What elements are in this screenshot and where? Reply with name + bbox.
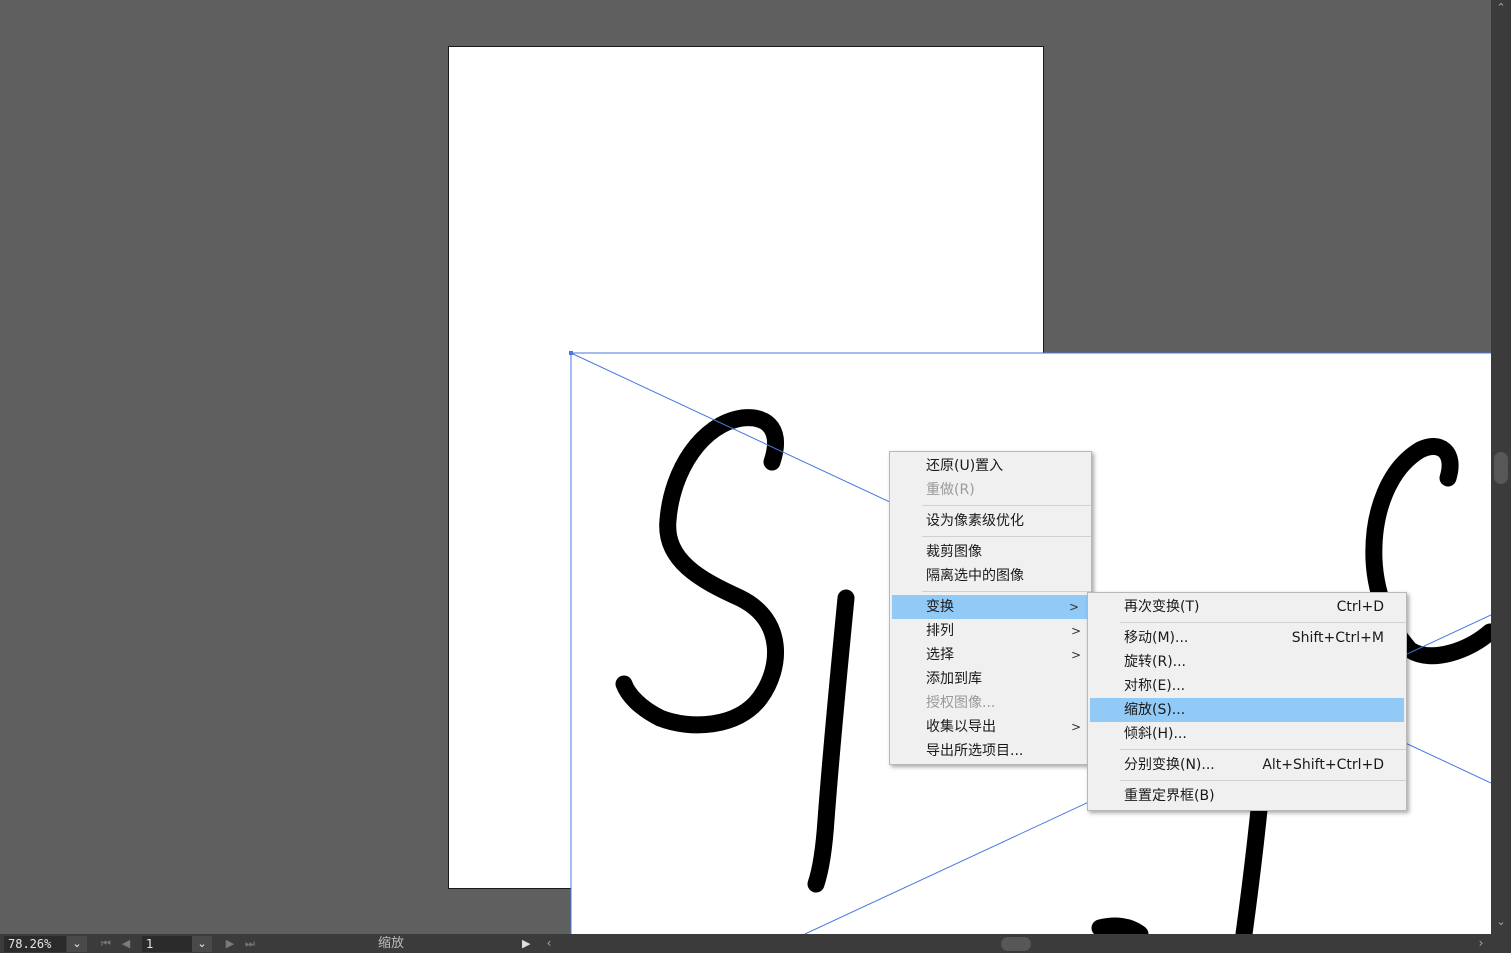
zoom-field[interactable]: 78.26% xyxy=(4,936,66,952)
menu-item-collect-for-export[interactable]: 收集以导出 > xyxy=(890,715,1091,739)
page-number-field[interactable]: 1 xyxy=(142,936,192,952)
status-bar: 78.26% ⌄ ⏮ ◀ 1 ⌄ ▶ ⏭ 缩放 ▶ ‹ › xyxy=(0,934,1511,953)
next-page-icon[interactable]: ▶ xyxy=(221,936,239,952)
chevron-right-icon: > xyxy=(1070,720,1081,734)
menu-separator xyxy=(922,591,1091,592)
handwriting-p-stroke xyxy=(807,589,855,893)
menu-item-arrange[interactable]: 排列 > xyxy=(890,619,1091,643)
last-page-icon[interactable]: ⏭ xyxy=(241,936,259,952)
menu-item-pixel-optimize[interactable]: 设为像素级优化 xyxy=(890,509,1091,533)
transform-submenu: 再次变换(T) Ctrl+D 移动(M)... Shift+Ctrl+M 旋转(R)… xyxy=(1087,592,1407,811)
menu-item-select[interactable]: 选择 > xyxy=(890,643,1091,667)
handwriting-s-stroke xyxy=(615,409,784,734)
menu-separator xyxy=(1120,780,1406,781)
vertical-scrollbar[interactable]: ⌃ ⌄ xyxy=(1491,0,1511,934)
scroll-left-icon[interactable]: ‹ xyxy=(541,935,557,952)
menu-item-shear[interactable]: 倾斜(H)... xyxy=(1088,722,1406,746)
menu-item-undo-place[interactable]: 还原(U)置入 xyxy=(890,454,1091,478)
menu-item-redo: 重做(R) xyxy=(926,482,975,498)
handwriting-scrap-stroke xyxy=(1091,917,1149,934)
scroll-up-icon[interactable]: ⌃ xyxy=(1491,0,1511,16)
handwriting-f-stroke xyxy=(1235,791,1269,934)
current-tool-status: 缩放 xyxy=(378,936,405,951)
menu-separator xyxy=(1120,749,1406,750)
status-menu-icon[interactable]: ▶ xyxy=(522,936,530,952)
menu-item-transform-again[interactable]: 再次变换(T) Ctrl+D xyxy=(1088,595,1406,619)
selection-handle xyxy=(569,351,573,355)
chevron-right-icon: > xyxy=(1070,624,1081,638)
chevron-down-icon[interactable]: ⌄ xyxy=(192,936,212,952)
chevron-down-icon[interactable]: ⌄ xyxy=(67,936,87,952)
menu-item-rotate[interactable]: 旋转(R)... xyxy=(1088,650,1406,674)
menu-item-transform[interactable]: 变换 > xyxy=(892,595,1089,619)
prev-page-icon[interactable]: ◀ xyxy=(117,936,135,952)
scroll-down-icon[interactable]: ⌄ xyxy=(1491,914,1511,930)
shortcut-label: Ctrl+D xyxy=(1336,599,1384,615)
menu-item-reflect[interactable]: 对称(E)... xyxy=(1088,674,1406,698)
menu-separator xyxy=(922,505,1091,506)
menu-item-license-image: 授权图像... xyxy=(926,695,996,711)
menu-item-add-to-library[interactable]: 添加到库 xyxy=(890,667,1091,691)
menu-separator xyxy=(922,536,1091,537)
context-menu: 还原(U)置入 重做(R) 设为像素级优化 裁剪图像 隔离选中的图像 变换 > 排… xyxy=(889,451,1092,765)
menu-item-export-selection[interactable]: 导出所选项目... xyxy=(890,739,1091,763)
shortcut-label: Alt+Shift+Ctrl+D xyxy=(1262,757,1384,773)
chevron-right-icon: > xyxy=(1070,648,1081,662)
scroll-right-icon[interactable]: › xyxy=(1473,935,1489,952)
menu-item-reset-bounding-box[interactable]: 重置定界框(B) xyxy=(1088,784,1406,808)
shortcut-label: Shift+Ctrl+M xyxy=(1291,630,1384,646)
chevron-right-icon: > xyxy=(1068,600,1079,614)
vertical-scroll-thumb[interactable] xyxy=(1494,452,1508,484)
first-page-icon[interactable]: ⏮ xyxy=(97,936,115,952)
menu-item-move[interactable]: 移动(M)... Shift+Ctrl+M xyxy=(1088,626,1406,650)
menu-item-isolate-image[interactable]: 隔离选中的图像 xyxy=(890,564,1091,588)
menu-separator xyxy=(1120,622,1406,623)
menu-item-transform-each[interactable]: 分别变换(N)... Alt+Shift+Ctrl+D xyxy=(1088,753,1406,777)
horizontal-scrollbar[interactable]: ‹ › xyxy=(541,935,1491,952)
menu-item-scale[interactable]: 缩放(S)... xyxy=(1090,698,1404,722)
menu-item-crop-image[interactable]: 裁剪图像 xyxy=(890,540,1091,564)
horizontal-scroll-thumb[interactable] xyxy=(1001,937,1031,951)
